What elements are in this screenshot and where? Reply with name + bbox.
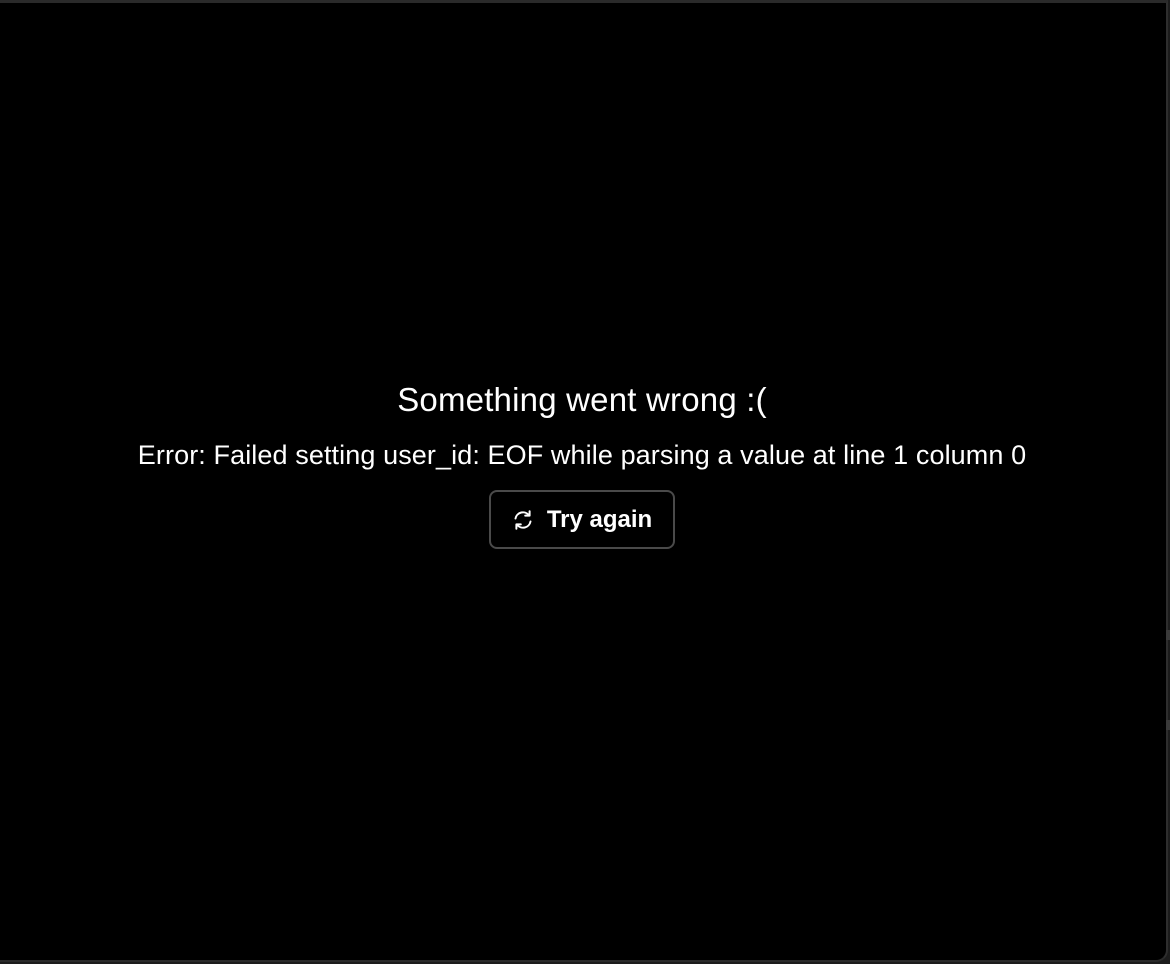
refresh-icon	[511, 508, 535, 532]
app-window: Something went wrong :( Error: Failed se…	[0, 0, 1168, 962]
window-edge-mark	[1166, 720, 1170, 730]
error-panel: Something went wrong :( Error: Failed se…	[0, 3, 1164, 960]
error-title: Something went wrong :(	[397, 381, 767, 418]
try-again-button[interactable]: Try again	[488, 490, 676, 549]
error-message: Error: Failed setting user_id: EOF while…	[137, 440, 1027, 470]
try-again-label: Try again	[546, 505, 653, 533]
window-edge-mark	[1166, 630, 1170, 640]
